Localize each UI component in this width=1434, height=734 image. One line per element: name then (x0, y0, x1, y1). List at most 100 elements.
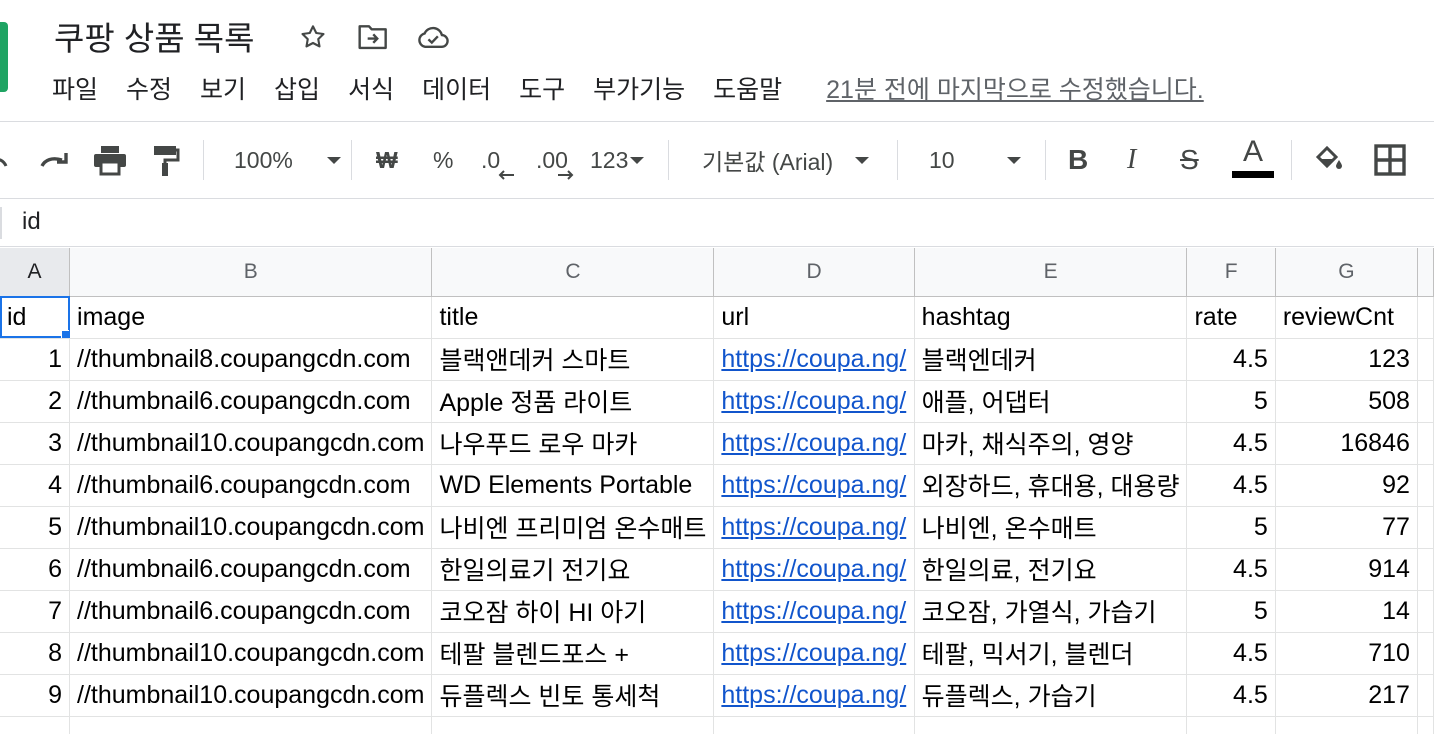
cell-id[interactable]: 8 (0, 632, 71, 675)
cell-url[interactable]: https://coupa.ng/ (713, 338, 915, 381)
cell-rate[interactable]: 4.5 (1186, 338, 1276, 381)
cell-id[interactable]: 7 (0, 590, 71, 633)
cloud-saved-icon[interactable] (416, 20, 450, 54)
borders-icon[interactable] (1374, 140, 1406, 180)
cell-id[interactable]: 2 (0, 380, 71, 423)
cell-id[interactable] (0, 716, 71, 734)
cell-rate[interactable]: 5 (1186, 380, 1276, 423)
move-to-folder-icon[interactable] (356, 20, 390, 54)
redo-icon[interactable] (36, 140, 72, 180)
cell-url[interactable]: https://coupa.ng/ (713, 464, 915, 507)
cell-empty[interactable] (1417, 716, 1434, 734)
menu-edit[interactable]: 수정 (126, 70, 172, 106)
cell-title[interactable]: 나비엔 프리미엄 온수매트 (431, 506, 715, 549)
undo-icon[interactable] (0, 140, 20, 180)
cell-rate[interactable]: 4.5 (1186, 548, 1276, 591)
cell-url[interactable]: https://coupa.ng/ (713, 548, 915, 591)
column-header-d[interactable]: D (713, 248, 915, 297)
cell-empty[interactable] (1417, 674, 1434, 717)
cell-image[interactable]: //thumbnail6.coupangcdn.com (69, 380, 433, 423)
cell-id[interactable]: id (0, 296, 71, 339)
strikethrough-button[interactable]: S (1180, 140, 1199, 180)
cell-image[interactable]: //thumbnail10.coupangcdn.com (69, 674, 433, 717)
column-header-f[interactable]: F (1186, 248, 1276, 297)
last-edit-link[interactable]: 21분 전에 마지막으로 수정했습니다. (826, 70, 1204, 106)
cell-rate[interactable]: 4.5 (1186, 632, 1276, 675)
cell-image[interactable]: //thumbnail8.coupangcdn.com (69, 338, 433, 381)
cell-rate[interactable]: 4.5 (1186, 422, 1276, 465)
cell-empty[interactable] (1417, 380, 1434, 423)
cell-title[interactable]: title (431, 296, 715, 339)
cell-title[interactable]: 나우푸드 로우 마카 (431, 422, 715, 465)
font-size-select[interactable]: 10 (929, 140, 1021, 180)
cell-hashtag[interactable]: 애플, 어댑터 (914, 380, 1188, 423)
cell-image[interactable]: //thumbnail6.coupangcdn.com (69, 464, 433, 507)
cell-rate[interactable]: 4.5 (1186, 674, 1276, 717)
cell-hashtag[interactable]: 코오잠, 가열식, 가습기 (914, 590, 1188, 633)
cell-id[interactable]: 6 (0, 548, 71, 591)
cell-url[interactable]: https://coupa.ng/ (713, 422, 915, 465)
cell-empty[interactable] (1417, 548, 1434, 591)
cell-hashtag[interactable]: 듀플렉스, 가습기 (914, 674, 1188, 717)
cell-empty[interactable] (1417, 338, 1434, 381)
cell-reviewcnt[interactable]: 123 (1275, 338, 1418, 381)
cell-url[interactable]: https://coupa.ng/ (713, 506, 915, 549)
percent-format-button[interactable]: % (433, 140, 453, 180)
cell-reviewcnt[interactable]: 14 (1275, 590, 1418, 633)
cell-empty[interactable] (1417, 464, 1434, 507)
cell-url[interactable]: https://coupa.ng/ (713, 380, 915, 423)
zoom-select[interactable]: 100% (234, 140, 341, 180)
cell-reviewcnt[interactable]: reviewCnt (1275, 296, 1418, 339)
fill-handle[interactable] (61, 329, 69, 337)
cell-reviewcnt[interactable]: 914 (1275, 548, 1418, 591)
cell-rate[interactable]: 4.5 (1186, 464, 1276, 507)
cell-title[interactable]: 한일의료기 전기요 (431, 548, 715, 591)
cell-id[interactable]: 4 (0, 464, 71, 507)
cell-rate[interactable]: rate (1186, 296, 1276, 339)
cell-image[interactable]: //thumbnail10.coupangcdn.com (69, 632, 433, 675)
cell-hashtag[interactable]: 테팔, 믹서기, 블렌더 (914, 632, 1188, 675)
column-header-h[interactable] (1417, 248, 1434, 297)
cell-image[interactable]: //thumbnail6.coupangcdn.com (69, 590, 433, 633)
cell-id[interactable]: 1 (0, 338, 71, 381)
cell-empty[interactable] (1417, 422, 1434, 465)
fill-color-icon[interactable] (1312, 140, 1346, 180)
menu-addons[interactable]: 부가기능 (593, 70, 685, 106)
cell-empty[interactable] (1417, 506, 1434, 549)
cell-id[interactable]: 3 (0, 422, 71, 465)
italic-button[interactable]: I (1127, 140, 1136, 180)
cell-url[interactable]: https://coupa.ng/ (713, 674, 915, 717)
menu-view[interactable]: 보기 (200, 70, 246, 106)
cell-image[interactable]: //thumbnail10.coupangcdn.com (69, 506, 433, 549)
text-color-button[interactable]: A (1232, 134, 1274, 182)
font-family-select[interactable]: 기본값 (Arial) (702, 140, 870, 180)
column-header-a[interactable]: A (0, 248, 71, 297)
menu-tools[interactable]: 도구 (519, 70, 565, 106)
print-icon[interactable] (92, 140, 128, 180)
cell-title[interactable] (431, 716, 715, 734)
cell-title[interactable]: 테팔 블렌드포스 + (431, 632, 715, 675)
column-header-c[interactable]: C (431, 248, 715, 297)
cell-hashtag[interactable]: 마카, 채식주의, 영양 (914, 422, 1188, 465)
menu-format[interactable]: 서식 (348, 70, 394, 106)
cell-reviewcnt[interactable]: 217 (1275, 674, 1418, 717)
cell-hashtag[interactable] (914, 716, 1188, 734)
column-header-e[interactable]: E (914, 248, 1188, 297)
paint-format-icon[interactable] (150, 140, 180, 180)
cell-reviewcnt[interactable]: 508 (1275, 380, 1418, 423)
cell-title[interactable]: 코오잠 하이 HI 아기 (431, 590, 715, 633)
cell-image[interactable]: //thumbnail6.coupangcdn.com (69, 548, 433, 591)
cell-title[interactable]: Apple 정품 라이트 (431, 380, 715, 423)
cell-empty[interactable] (1417, 296, 1434, 339)
cell-image[interactable] (69, 716, 433, 734)
cell-hashtag[interactable]: 한일의료, 전기요 (914, 548, 1188, 591)
cell-reviewcnt[interactable]: 92 (1275, 464, 1418, 507)
cell-url[interactable]: https://coupa.ng/ (713, 590, 915, 633)
cell-rate[interactable] (1186, 716, 1276, 734)
star-icon[interactable] (296, 20, 330, 54)
cell-hashtag[interactable]: hashtag (914, 296, 1188, 339)
cell-title[interactable]: WD Elements Portable (431, 464, 715, 507)
cell-image[interactable]: image (69, 296, 433, 339)
cell-hashtag[interactable]: 외장하드, 휴대용, 대용량 (914, 464, 1188, 507)
cell-reviewcnt[interactable] (1275, 716, 1418, 734)
